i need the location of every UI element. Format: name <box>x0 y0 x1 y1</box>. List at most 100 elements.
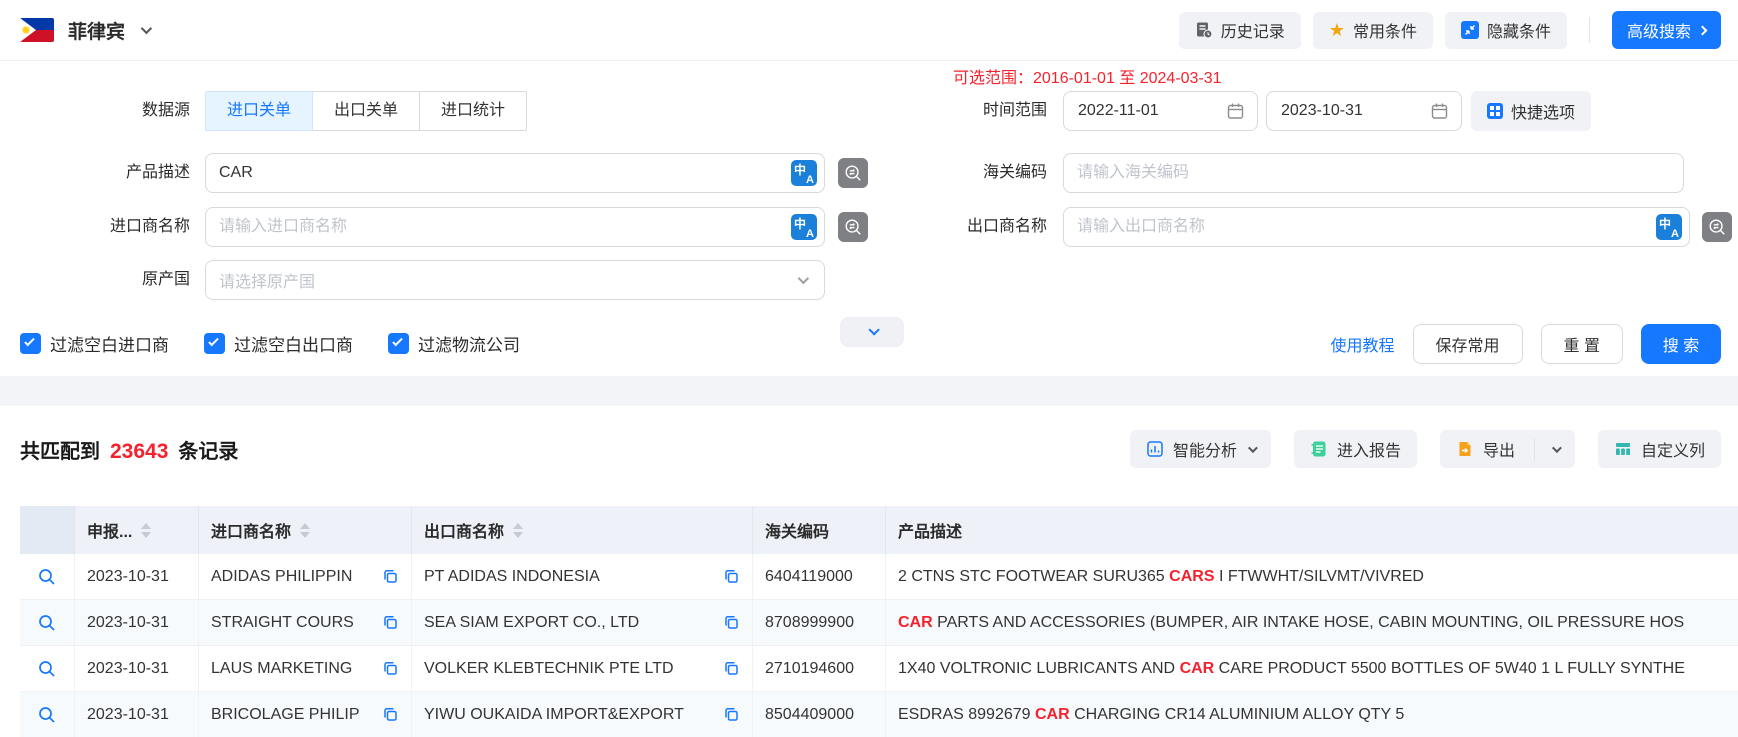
reset-button[interactable]: 重 置 <box>1541 324 1623 364</box>
view-detail-magnifier-icon[interactable] <box>37 567 57 587</box>
cell-hs-code: 8708999900 <box>753 600 886 645</box>
filter-logistics-company[interactable]: 过滤物流公司 <box>388 331 520 356</box>
col-header-product-desc: 产品描述 <box>886 506 1738 554</box>
history-button[interactable]: 历史记录 <box>1179 12 1301 49</box>
export-label: 导出 <box>1483 437 1515 461</box>
search-form: 可选范围：2016-01-01 至 2024-03-31 数据源 进口关单 出口… <box>0 61 1738 376</box>
end-date-input[interactable]: 2023-10-31 <box>1266 91 1462 131</box>
chevron-down-icon[interactable] <box>1552 443 1562 453</box>
collapse-icon <box>1461 21 1479 39</box>
export-icon <box>1456 440 1474 458</box>
bi-icon <box>1146 440 1164 458</box>
desc-text: 2 CTNS STC FOOTWEAR SURU365 <box>898 568 1169 586</box>
origin-country-placeholder: 请选择原产国 <box>219 268 798 292</box>
search-mode-icon[interactable] <box>838 212 868 242</box>
col-header-exporter: 出口商名称 <box>412 506 753 554</box>
report-icon <box>1310 440 1328 458</box>
divider <box>1589 17 1590 43</box>
time-range-label: 时间范围 <box>917 91 1047 131</box>
product-desc-input[interactable] <box>205 153 825 193</box>
results-header: 共匹配到 23643 条记录 智能分析 进入报告 导出 <box>0 406 1738 468</box>
cell-exporter: PT ADIDAS INDONESIA <box>424 568 717 586</box>
translate-icon[interactable]: 中A <box>791 160 817 186</box>
desc-highlight: CARS <box>1169 568 1214 586</box>
sort-icons[interactable] <box>141 523 151 538</box>
cell-declare-date: 2023-10-31 <box>75 554 199 599</box>
copy-icon[interactable] <box>723 568 740 585</box>
smart-analysis-label: 智能分析 <box>1173 437 1237 461</box>
view-detail-magnifier-icon[interactable] <box>37 659 57 679</box>
quick-options-button[interactable]: 快捷选项 <box>1471 91 1591 131</box>
filter-blank-importer[interactable]: 过滤空白进口商 <box>20 331 169 356</box>
search-mode-icon[interactable] <box>838 158 868 188</box>
cell-importer: BRICOLAGE PHILIP <box>211 706 376 724</box>
cell-product-desc: 1X40 VOLTRONIC LUBRICANTS AND CAR CARE P… <box>886 646 1738 691</box>
tab-import-statistics[interactable]: 进口统计 <box>419 91 527 131</box>
enter-report-button[interactable]: 进入报告 <box>1294 430 1417 468</box>
chevron-right-icon <box>1698 25 1708 35</box>
product-desc-label: 产品描述 <box>20 153 190 193</box>
view-detail-magnifier-icon[interactable] <box>37 613 57 633</box>
origin-country-select[interactable]: 请选择原产国 <box>205 260 825 300</box>
origin-country-label: 原产国 <box>20 260 190 300</box>
copy-icon[interactable] <box>723 706 740 723</box>
custom-columns-button[interactable]: 自定义列 <box>1598 430 1721 468</box>
copy-icon[interactable] <box>723 614 740 631</box>
checkbox-checked-icon <box>388 333 409 354</box>
col-label: 产品描述 <box>898 518 962 542</box>
advanced-search-button[interactable]: 高级搜索 <box>1612 11 1721 49</box>
cell-hs-code: 6404119000 <box>753 554 886 599</box>
export-button[interactable]: 导出 <box>1440 430 1575 468</box>
cell-declare-date: 2023-10-31 <box>75 692 199 737</box>
copy-icon[interactable] <box>382 660 399 677</box>
col-label: 进口商名称 <box>211 518 291 542</box>
table-row: 2023-10-31 STRAIGHT COURS SEA SIAM EXPOR… <box>20 600 1738 646</box>
checkbox-checked-icon <box>204 333 225 354</box>
col-header-detail <box>20 506 75 554</box>
search-mode-icon[interactable] <box>1702 212 1732 242</box>
match-count-line: 共匹配到 23643 条记录 <box>20 435 238 464</box>
sort-icons[interactable] <box>300 523 310 538</box>
chevron-down-icon <box>1248 443 1258 453</box>
hide-conditions-button[interactable]: 隐藏条件 <box>1445 12 1567 49</box>
translate-icon[interactable]: 中A <box>1656 214 1682 240</box>
table-row: 2023-10-31 ADIDAS PHILIPPIN PT ADIDAS IN… <box>20 554 1738 600</box>
collapse-form-button[interactable] <box>840 317 904 347</box>
tab-import-declarations[interactable]: 进口关单 <box>205 91 313 131</box>
exporter-input[interactable] <box>1063 207 1690 247</box>
filter-blank-exporter[interactable]: 过滤空白出口商 <box>204 331 353 356</box>
cell-importer: ADIDAS PHILIPPIN <box>211 568 376 586</box>
country-chevron-down-icon[interactable] <box>141 23 152 34</box>
match-prefix: 共匹配到 <box>20 435 100 464</box>
sort-icons[interactable] <box>513 523 523 538</box>
calendar-icon[interactable] <box>1226 102 1245 121</box>
match-suffix: 条记录 <box>178 435 238 464</box>
cell-declare-date: 2023-10-31 <box>75 646 199 691</box>
calendar-icon[interactable] <box>1430 102 1449 121</box>
tutorial-link[interactable]: 使用教程 <box>1331 332 1395 356</box>
philippines-flag-icon <box>20 18 54 42</box>
copy-icon[interactable] <box>382 614 399 631</box>
importer-input[interactable] <box>205 207 825 247</box>
cell-hs-code: 2710194600 <box>753 646 886 691</box>
table-header-row: 申报... 进口商名称 出口商名称 海关编码 产品描述 <box>20 506 1738 554</box>
copy-icon[interactable] <box>382 568 399 585</box>
hs-code-label: 海关编码 <box>917 153 1047 193</box>
search-button[interactable]: 搜 索 <box>1641 324 1721 364</box>
save-favorite-button[interactable]: 保存常用 <box>1413 324 1523 364</box>
favorite-conditions-label: 常用条件 <box>1353 18 1417 42</box>
translate-icon[interactable]: 中A <box>791 214 817 240</box>
favorite-conditions-button[interactable]: ★ 常用条件 <box>1313 12 1433 49</box>
copy-icon[interactable] <box>723 660 740 677</box>
cell-product-desc: CAR PARTS AND ACCESSORIES (BUMPER, AIR I… <box>886 600 1738 645</box>
end-date-value: 2023-10-31 <box>1281 102 1430 120</box>
hs-code-input[interactable] <box>1063 153 1684 193</box>
desc-highlight: CAR <box>1035 706 1070 724</box>
view-detail-magnifier-icon[interactable] <box>37 705 57 725</box>
smart-analysis-button[interactable]: 智能分析 <box>1130 430 1271 468</box>
start-date-input[interactable]: 2022-11-01 <box>1063 91 1258 131</box>
advanced-search-label: 高级搜索 <box>1627 18 1691 42</box>
copy-icon[interactable] <box>382 706 399 723</box>
desc-text: I FTWWHT/SILVMT/VIVRED <box>1215 568 1424 586</box>
tab-export-declarations[interactable]: 出口关单 <box>312 91 420 131</box>
